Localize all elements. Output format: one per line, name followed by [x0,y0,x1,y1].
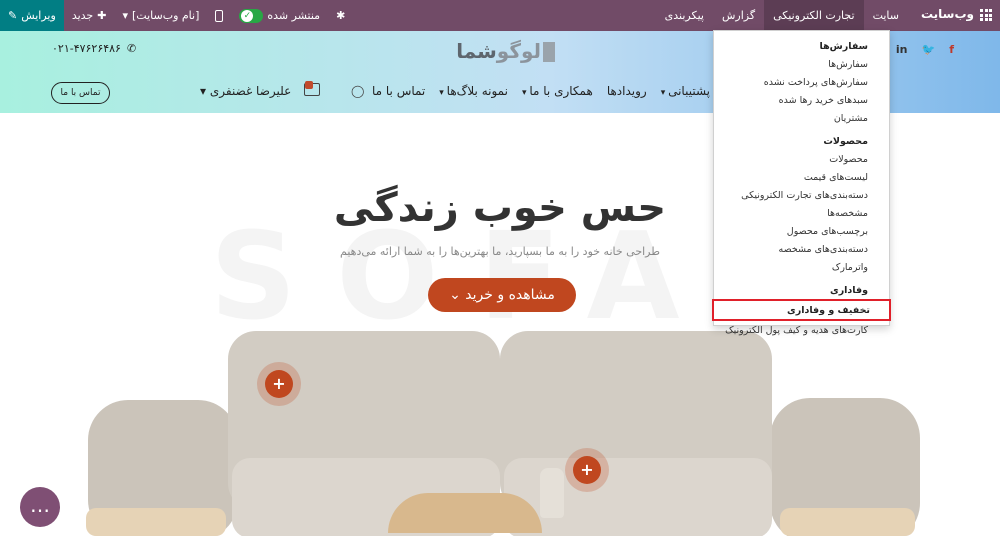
sofa-leg-right [780,508,915,536]
edit-button[interactable]: ✎ ویرایش [0,0,64,31]
nav-support[interactable]: پشتیبانی [661,84,710,98]
apps-grid-icon[interactable] [980,9,992,21]
contact-us-button[interactable]: تماس با ما [51,82,110,104]
mobile-icon [215,9,224,22]
nav-cooperate[interactable]: همکاری با ما [522,84,592,98]
chat-icon[interactable]: ◯ [351,84,364,98]
chevron-down-icon: ▾ [200,84,207,98]
dropdown-item[interactable]: دسته‌بندی‌های مشخصه [714,240,889,258]
dropdown-item[interactable]: سبدهای خرید رها شده [714,91,889,109]
menu-site[interactable]: سایت [864,0,908,31]
hotspot-plus-button[interactable]: + [265,370,293,398]
main-nav: پشتیبانی رویدادها همکاری با ما نمونه بلا… [372,84,710,98]
dropdown-item[interactable]: سفارش‌ها [714,55,889,73]
hotspot-plus-button[interactable]: + [573,456,601,484]
app-brand[interactable]: وب‌سایت [921,7,974,21]
topbar-actions: ✎ ویرایش ✚ جدید [نام وب‌سایت] ▾ منتشر شد… [0,0,353,31]
bug-icon: ✱ [336,9,346,22]
dropdown-heading: سفارش‌ها [819,41,868,52]
dropdown-heading: وفاداری [830,285,868,296]
debug-button[interactable]: ✱ [328,9,353,22]
hero-subtitle: طراحی خانه خود را به ما بسپارید، ما بهتر… [340,245,660,258]
menu-ecommerce[interactable]: تجارت الکترونیکی [764,0,864,31]
dropdown-item[interactable]: دسته‌بندی‌های تجارت الکترونیکی [714,186,889,204]
nav-blogs[interactable]: نمونه بلاگ‌ها [439,84,508,98]
sofa-leg-left [86,508,226,536]
coffee-table [388,493,542,533]
website-selector[interactable]: [نام وب‌سایت] ▾ [114,9,207,22]
header-phone[interactable]: ۰۲۱-۴۷۶۲۶۴۸۶ ✆ [52,42,136,55]
dropdown-item[interactable]: مشتریان [714,109,889,127]
twitter-icon[interactable]: 🐦 [922,43,936,56]
nav-events[interactable]: رویدادها [607,84,647,98]
hero-title: حس خوب زندگی [333,185,667,231]
publish-toggle[interactable]: منتشر شده [231,8,328,23]
dropdown-item[interactable]: واترمارک [714,258,889,276]
facebook-icon[interactable]: f [949,43,954,56]
nav-contact[interactable]: تماس با ما [372,84,425,98]
menu-reporting[interactable]: گزارش [713,0,764,31]
menu-configuration[interactable]: پیکربندی [656,0,713,31]
cart-badge [305,81,313,89]
dropdown-item[interactable]: برچسب‌های محصول [714,222,889,240]
chat-bubble-icon: … [30,493,50,517]
livechat-button[interactable]: … [20,487,60,527]
pencil-icon: ✎ [8,9,18,22]
dropdown-item[interactable]: لیست‌های قیمت [714,168,889,186]
chevron-down-icon: ▾ [122,9,128,22]
site-logo[interactable]: لوگوشما [450,39,555,65]
dropdown-item-discount-loyalty[interactable]: تخفیف و وفاداری [712,299,891,321]
mobile-preview-button[interactable] [207,9,231,22]
user-menu[interactable]: علیرضا غضنفری ▾ [200,84,291,98]
ecommerce-dropdown: سفارش‌ها سفارش‌ها سفارش‌های پرداخت نشده … [712,30,891,336]
shop-now-button[interactable]: مشاهده و خرید ⌄ [428,278,576,312]
logo-mark-icon [543,42,555,62]
chevron-down-icon: ⌄ [449,287,461,303]
toggle-switch-icon [239,8,264,23]
social-links: in 🐦 f [896,43,954,56]
dropdown-item[interactable]: سفارش‌های پرداخت نشده [714,73,889,91]
dropdown-item[interactable]: مشخصه‌ها [714,204,889,222]
dropdown-item[interactable]: محصولات [714,150,889,168]
dropdown-item[interactable]: کارت‌های هدیه و کیف پول الکترونیک [714,321,889,339]
plus-icon: ✚ [97,9,107,22]
dropdown-heading: محصولات [823,136,868,147]
new-button[interactable]: ✚ جدید [64,9,115,22]
topbar-menu: سایت تجارت الکترونیکی گزارش پیکربندی [656,0,908,31]
linkedin-icon[interactable]: in [896,43,908,56]
phone-icon: ✆ [126,42,137,55]
vase [540,468,564,518]
admin-topbar: وب‌سایت سایت تجارت الکترونیکی گزارش پیکر… [0,0,1000,31]
